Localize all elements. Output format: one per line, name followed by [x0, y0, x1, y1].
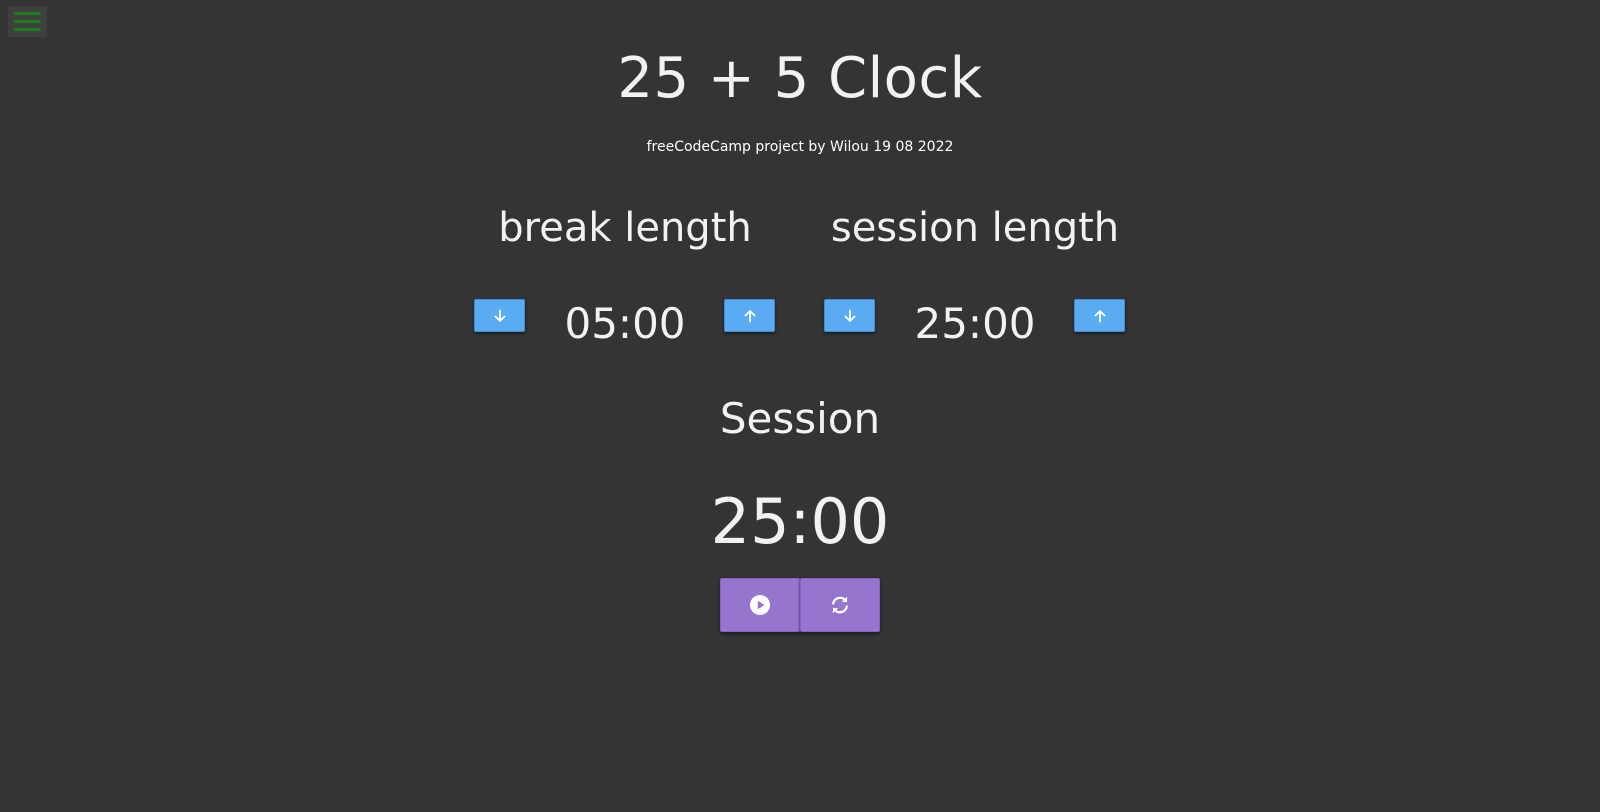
refresh-icon: [832, 596, 848, 614]
hamburger-menu-icon-bar: [14, 20, 41, 23]
arrow-up-icon: [744, 309, 755, 322]
reset-button[interactable]: [800, 578, 880, 632]
session-increment-button[interactable]: [1074, 299, 1125, 332]
arrow-up-icon: [1094, 309, 1105, 322]
menu-button[interactable]: [8, 6, 47, 37]
timer-label: Session: [719, 394, 881, 443]
break-increment-button[interactable]: [724, 299, 775, 332]
arrow-down-icon: [494, 309, 505, 322]
hamburger-menu-icon: [14, 12, 41, 15]
time-left-display: 25:00: [710, 485, 890, 558]
arrow-down-icon: [844, 309, 855, 322]
session-length-label: session length: [830, 205, 1120, 251]
break-length-value: 05:00: [564, 299, 686, 348]
start-stop-button[interactable]: [720, 578, 800, 632]
app-page: 25 + 5 Clock freeCodeCamp project by Wil…: [0, 0, 1600, 812]
break-decrement-button[interactable]: [474, 299, 525, 332]
play-circle-icon: [750, 595, 770, 615]
session-decrement-button[interactable]: [824, 299, 875, 332]
break-length-label: break length: [498, 205, 752, 251]
hamburger-menu-icon-bar: [14, 28, 41, 31]
page-subtitle: freeCodeCamp project by Wilou 19 08 2022: [646, 139, 954, 155]
session-length-value: 25:00: [914, 299, 1036, 348]
page-title: 25 + 5 Clock: [617, 46, 983, 111]
